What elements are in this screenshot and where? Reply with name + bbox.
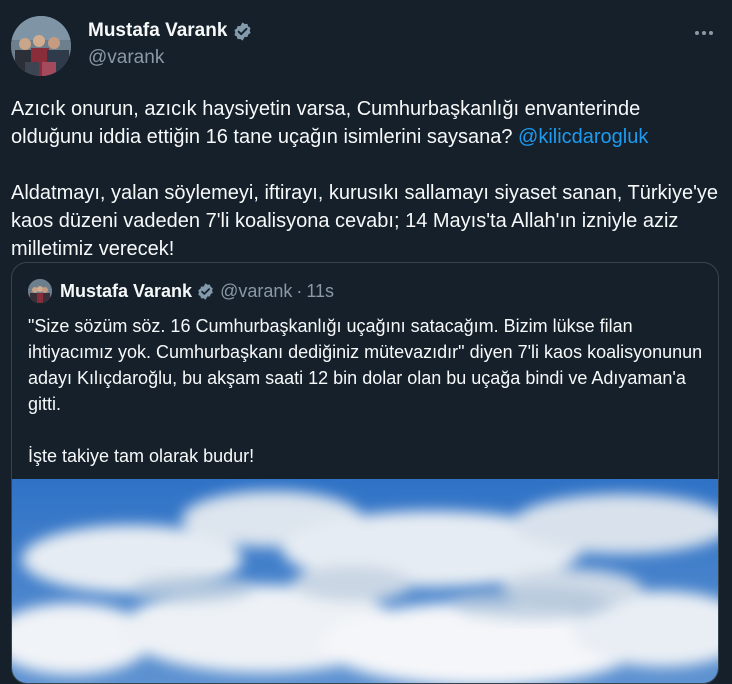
author-name[interactable]: Mustafa Varank	[88, 20, 227, 42]
more-icon[interactable]	[690, 22, 718, 44]
mention-link[interactable]: @kilicdarogluk	[518, 126, 648, 148]
author-avatar[interactable]	[11, 16, 71, 76]
tweet-paragraph-1: Azıcık onurun, azıcık haysiyetin varsa, …	[11, 95, 721, 151]
author-handle[interactable]: @varank	[88, 47, 164, 69]
quoted-timestamp[interactable]: 11s	[306, 281, 334, 302]
quoted-media-image[interactable]	[12, 479, 718, 683]
quoted-paragraph-1: "Size sözüm söz. 16 Cumhurbaşkanlığı uça…	[28, 316, 703, 414]
verified-badge-icon	[232, 21, 253, 42]
quoted-tweet[interactable]: Mustafa Varank @varank · 11s "Size sözüm…	[11, 262, 719, 684]
tweet: Mustafa Varank @varank Azıcık onurun, az…	[0, 0, 732, 684]
tweet-paragraph-2: Aldatmayı, yalan söylemeyi, iftirayı, ku…	[11, 182, 719, 260]
quoted-paragraph-2: İşte takiye tam olarak budur!	[28, 446, 255, 466]
tweet-text: Azıcık onurun, azıcık haysiyetin varsa, …	[11, 95, 721, 263]
quoted-author-avatar	[28, 279, 52, 303]
quoted-header: Mustafa Varank @varank · 11s	[28, 279, 334, 303]
quoted-text: "Size sözüm söz. 16 Cumhurbaşkanlığı uça…	[28, 313, 708, 469]
quoted-author-name: Mustafa Varank	[60, 280, 193, 301]
quoted-separator: ·	[296, 280, 303, 301]
quoted-author-handle: @varank	[220, 280, 293, 301]
verified-badge-icon	[196, 282, 215, 301]
author-name-row: Mustafa Varank	[88, 20, 253, 42]
